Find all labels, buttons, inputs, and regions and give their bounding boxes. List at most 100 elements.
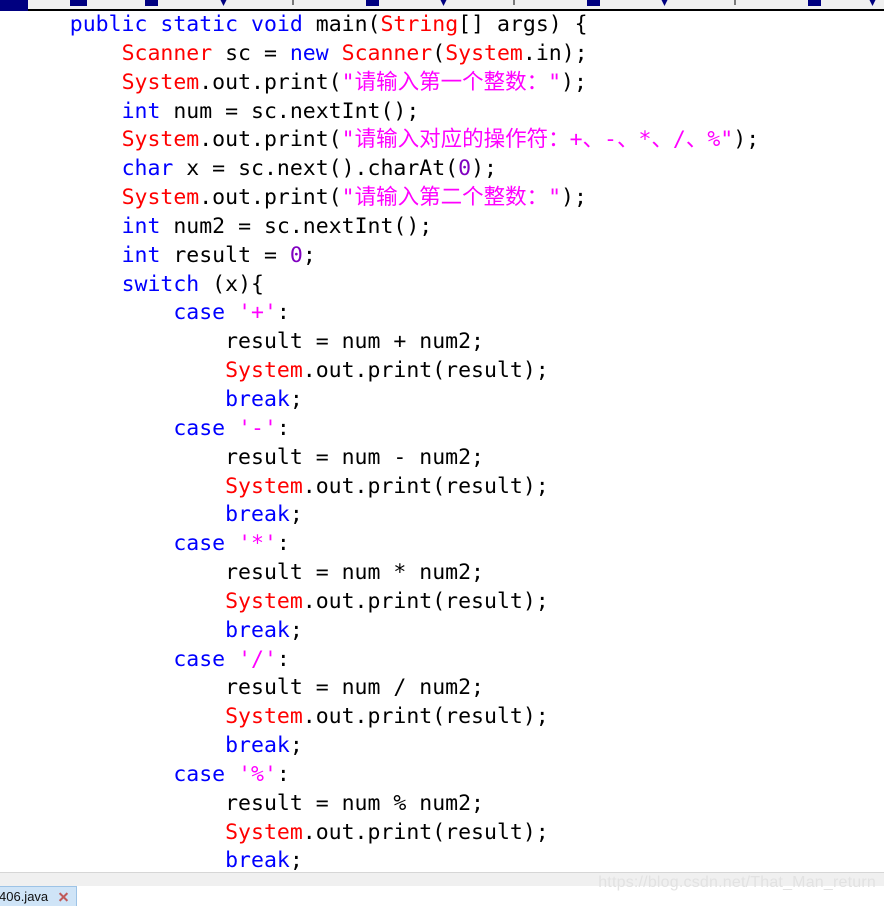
code-token-pln [18,214,122,239]
toolbar-icon-9[interactable] [734,0,736,5]
toolbar-icon-10[interactable] [808,0,821,6]
code-line[interactable]: result = num - num2; [18,444,759,473]
code-token-kw: void [251,12,303,37]
code-token-typ: System [225,704,303,730]
code-token-pln [18,41,122,66]
close-icon[interactable] [58,891,69,902]
code-line[interactable]: switch (x){ [18,271,759,300]
code-token-pln: .out.print( [199,185,342,211]
code-line[interactable]: case '+': [18,299,759,328]
code-token-kw: static [160,12,239,37]
code-content[interactable]: public static void main(String[] args) {… [18,11,759,872]
code-token-pln: ; [302,242,316,268]
code-line[interactable]: System.out.print("请输入第一个整数："); [18,69,759,98]
code-line[interactable]: break; [18,847,759,872]
code-token-pln: : [276,531,290,557]
code-token-pln [18,156,122,181]
toolbar-icon-7[interactable] [587,0,600,6]
code-token-pln: num = sc.nextInt(); [160,98,420,124]
code-token-kw: break [225,733,290,759]
code-token-pln [18,358,225,383]
code-token-pln [225,762,238,787]
toolbar-icon-6[interactable] [513,0,515,5]
code-token-str: '%' [238,761,277,787]
code-token-pln: result = num - num2; [18,444,484,470]
code-token-pln [18,502,225,527]
code-line[interactable]: case '/': [18,646,759,675]
code-line[interactable]: break; [18,386,759,415]
code-token-typ: System [121,185,200,211]
code-token-pln: ; [289,502,303,528]
file-tab-bar[interactable]: 406.java [0,886,884,906]
code-token-kw: break [225,502,290,528]
code-token-kw: break [225,386,290,412]
toolbar-icon-4[interactable] [366,0,379,6]
code-token-pln [18,70,122,95]
code-line[interactable]: case '*': [18,530,759,559]
code-line[interactable]: System.out.print("请输入对应的操作符：+、-、*、/、%"); [18,126,760,155]
code-line[interactable]: result = num * num2; [18,559,759,588]
code-token-str: '+' [238,300,277,326]
toolbar-icon-8[interactable] [660,0,669,6]
code-line[interactable]: break; [18,501,759,530]
code-line[interactable]: Scanner sc = new Scanner(System.in); [18,40,759,69]
code-token-pln: .out.print( [199,69,342,95]
code-line[interactable]: int result = 0; [18,242,759,271]
code-token-typ: System [225,358,303,384]
code-editor-window: public static void main(String[] args) {… [0,0,884,906]
toolbar-icon-11[interactable] [868,0,877,6]
code-token-pln: (x){ [199,271,264,297]
code-token-kw: case [173,531,226,557]
code-token-pln [18,848,225,872]
toolbar-icon-3[interactable] [292,0,294,5]
code-token-pln [18,387,225,412]
toolbar-icon-2[interactable] [219,0,228,6]
code-line[interactable]: System.out.print(result); [18,473,759,502]
code-line[interactable]: result = num / num2; [18,674,759,703]
code-token-str: '-' [238,415,277,441]
code-token-pln [225,300,238,325]
code-token-num: 0 [458,156,472,182]
code-token-typ: System [225,473,303,499]
code-line[interactable]: int num = sc.nextInt(); [18,98,759,127]
code-token-pln [18,99,122,124]
code-line[interactable]: case '-': [18,415,759,444]
code-token-pln: .out.print(result); [302,588,549,614]
toolbar-strip [0,0,884,11]
code-token-pln: ); [733,127,760,153]
code-token-pln [18,127,122,152]
code-line[interactable]: public static void main(String[] args) { [18,11,759,40]
code-token-num: 0 [289,242,303,268]
code-token-pln [18,733,225,758]
code-token-typ: Scanner [121,40,213,66]
code-line[interactable]: System.out.print(result); [18,819,759,848]
code-line[interactable]: break; [18,617,759,646]
code-token-kw: case [173,300,226,326]
code-token-typ: String [380,12,459,37]
code-token-pln: result = num * num2; [18,560,484,586]
code-line[interactable]: case '%': [18,761,759,790]
code-token-pln: ); [561,185,587,211]
code-line[interactable]: break; [18,732,759,761]
code-token-pln [147,12,160,37]
code-token-pln [18,704,225,729]
toolbar-icon-0[interactable] [70,0,87,6]
code-line[interactable]: result = num + num2; [18,328,759,357]
code-token-pln [225,416,238,441]
code-line[interactable]: System.out.print(result); [18,703,759,732]
code-token-pln [18,416,173,441]
code-token-typ: Scanner [341,40,433,66]
code-line[interactable]: char x = sc.next().charAt(0); [18,155,759,184]
toolbar-icon-1[interactable] [145,0,158,6]
toolbar-icon-5[interactable] [439,0,448,6]
editor-surface[interactable]: public static void main(String[] args) {… [0,11,884,872]
code-line[interactable]: System.out.print(result); [18,357,759,386]
toolbar-edge-marker [0,0,28,11]
code-line[interactable]: System.out.print(result); [18,588,759,617]
code-line[interactable]: int num2 = sc.nextInt(); [18,213,759,242]
code-token-pln: : [276,646,290,672]
file-tab[interactable]: 406.java [0,886,78,906]
code-line[interactable]: System.out.print("请输入第二个整数："); [18,184,759,213]
code-line[interactable]: result = num % num2; [18,790,759,819]
code-token-kw: int [121,213,161,239]
